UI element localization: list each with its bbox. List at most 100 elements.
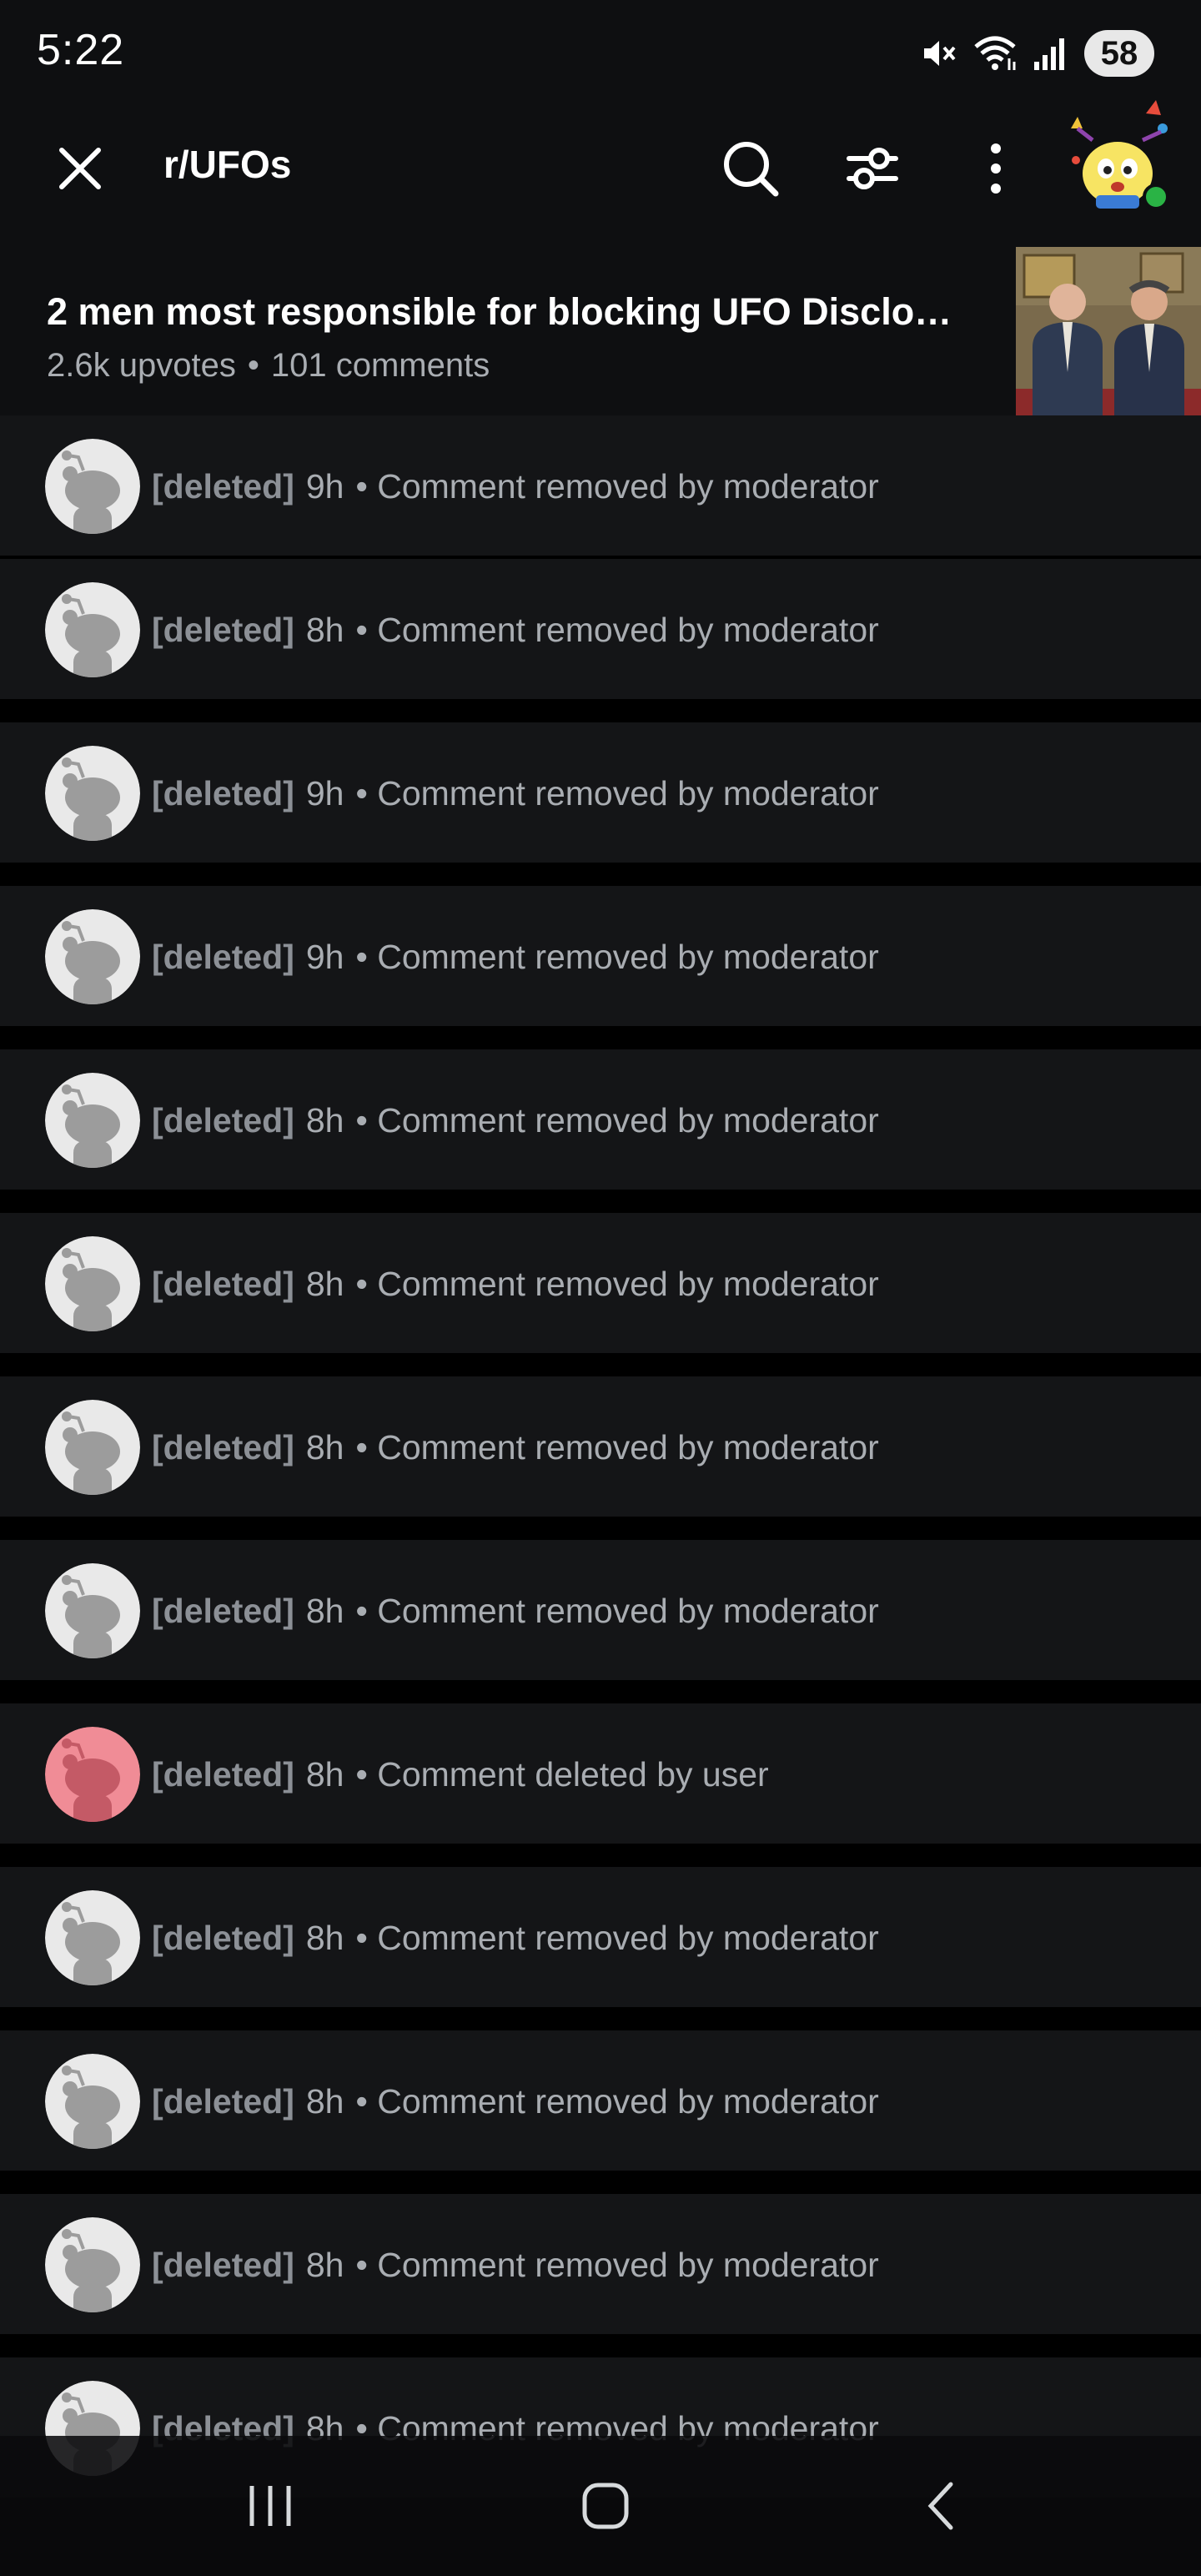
close-icon bbox=[59, 148, 101, 189]
comment-row[interactable]: [deleted] 8h • Comment removed by moderato… bbox=[0, 1867, 1201, 2007]
comment-avatar[interactable] bbox=[45, 582, 140, 677]
comment-time: 8h bbox=[305, 2082, 344, 2121]
comment-time: 8h bbox=[305, 611, 344, 649]
more-options-button[interactable] bbox=[962, 135, 1029, 202]
back-icon bbox=[927, 2482, 953, 2530]
comment-author[interactable]: [deleted] bbox=[152, 1265, 294, 1304]
comment-time: 8h bbox=[305, 1101, 344, 1140]
comment-text: [deleted] 8h • Comment removed by moderato… bbox=[152, 1919, 879, 1958]
comment-text: [deleted] 8h • Comment removed by moderato… bbox=[152, 1265, 879, 1304]
comment-status: • Comment removed by moderator bbox=[355, 774, 879, 813]
comment-author[interactable]: [deleted] bbox=[152, 1101, 294, 1140]
comment-time: 8h bbox=[305, 1755, 344, 1794]
recent-apps-button[interactable] bbox=[230, 2466, 310, 2546]
comment-status: • Comment removed by moderator bbox=[355, 1592, 879, 1630]
comment-row[interactable]: [deleted] 8h • Comment removed by moderato… bbox=[0, 1213, 1201, 1353]
comment-avatar[interactable] bbox=[45, 1563, 140, 1658]
comment-text: [deleted] 8h • Comment removed by moderato… bbox=[152, 2246, 879, 2285]
comment-row[interactable]: [deleted] 8h • Comment removed by moderato… bbox=[0, 2030, 1201, 2171]
more-vertical-icon bbox=[991, 143, 1001, 194]
comment-row[interactable]: [deleted] 8h • Comment deleted by user bbox=[0, 1703, 1201, 1844]
comment-time: 9h bbox=[305, 467, 344, 506]
comment-avatar[interactable] bbox=[45, 1236, 140, 1331]
home-icon bbox=[582, 2483, 629, 2529]
comment-row[interactable]: [deleted] 8h • Comment removed by moderato… bbox=[0, 2194, 1201, 2334]
meta-separator: • bbox=[247, 347, 259, 384]
comment-text: [deleted] 8h • Comment removed by moderato… bbox=[152, 611, 879, 650]
recent-apps-icon bbox=[249, 2486, 291, 2526]
status-icons: 58 bbox=[917, 28, 1154, 78]
comment-time: 8h bbox=[305, 1919, 344, 1957]
battery-indicator: 58 bbox=[1084, 30, 1154, 77]
filter-button[interactable] bbox=[839, 135, 906, 202]
comment-status: • Comment removed by moderator bbox=[355, 938, 879, 976]
comment-time: 9h bbox=[305, 774, 344, 813]
comment-author[interactable]: [deleted] bbox=[152, 938, 294, 977]
comment-time: 8h bbox=[305, 1265, 344, 1303]
comment-row[interactable]: [deleted] 8h • Comment removed by moderato… bbox=[0, 1049, 1201, 1190]
home-button[interactable] bbox=[565, 2466, 646, 2546]
comment-author[interactable]: [deleted] bbox=[152, 2082, 294, 2121]
close-button[interactable] bbox=[50, 138, 110, 199]
comment-time: 9h bbox=[305, 938, 344, 976]
status-bar: 5:22 58 bbox=[0, 0, 1201, 105]
status-time: 5:22 bbox=[37, 26, 125, 74]
comment-author[interactable]: [deleted] bbox=[152, 1592, 294, 1631]
upvote-count: 2.6k upvotes bbox=[47, 347, 236, 384]
comment-status: • Comment removed by moderator bbox=[355, 1428, 879, 1467]
comment-row[interactable]: [deleted] 8h • Comment removed by moderato… bbox=[0, 1540, 1201, 1680]
comment-text: [deleted] 8h • Comment deleted by user bbox=[152, 1755, 769, 1794]
comment-time: 8h bbox=[305, 2246, 344, 2284]
comment-status: • Comment deleted by user bbox=[355, 1755, 769, 1794]
comment-status: • Comment removed by moderator bbox=[355, 1265, 879, 1303]
comment-author[interactable]: [deleted] bbox=[152, 611, 294, 650]
comment-text: [deleted] 8h • Comment removed by moderato… bbox=[152, 2082, 879, 2121]
comment-text: [deleted] 9h • Comment removed by moderato… bbox=[152, 467, 879, 506]
mute-icon bbox=[924, 41, 956, 66]
comment-status: • Comment removed by moderator bbox=[355, 1919, 879, 1957]
comment-author[interactable]: [deleted] bbox=[152, 1428, 294, 1467]
comment-author[interactable]: [deleted] bbox=[152, 2246, 294, 2285]
comment-avatar[interactable] bbox=[45, 1890, 140, 1985]
comment-row[interactable]: [deleted] 8h • Comment removed by moderato… bbox=[0, 559, 1201, 699]
comment-row[interactable]: [deleted] 9h • Comment removed by moderato… bbox=[0, 722, 1201, 863]
comment-row[interactable]: [deleted] 8h • Comment removed by moderato… bbox=[0, 1376, 1201, 1517]
wifi-icon bbox=[974, 36, 1016, 70]
comment-author[interactable]: [deleted] bbox=[152, 467, 294, 506]
system-nav-bar bbox=[0, 2436, 1201, 2576]
comment-status: • Comment removed by moderator bbox=[355, 1101, 879, 1140]
comment-avatar[interactable] bbox=[45, 2054, 140, 2149]
subreddit-title[interactable]: r/UFOs bbox=[163, 142, 291, 187]
comment-avatar[interactable] bbox=[45, 909, 140, 1004]
comment-author[interactable]: [deleted] bbox=[152, 774, 294, 813]
comment-row[interactable]: [deleted] 9h • Comment removed by moderato… bbox=[0, 886, 1201, 1026]
search-icon bbox=[724, 142, 779, 197]
post-summary[interactable]: 2 men most responsible for blocking UFO … bbox=[0, 225, 1201, 432]
post-thumbnail[interactable] bbox=[1016, 247, 1201, 429]
comment-avatar[interactable] bbox=[45, 1073, 140, 1168]
comment-avatar[interactable] bbox=[45, 1400, 140, 1495]
comment-text: [deleted] 8h • Comment removed by moderato… bbox=[152, 1428, 879, 1467]
comment-author[interactable]: [deleted] bbox=[152, 1919, 294, 1958]
user-avatar[interactable] bbox=[1063, 80, 1179, 214]
filter-icon bbox=[847, 148, 898, 189]
online-status-dot bbox=[1143, 184, 1169, 210]
comment-avatar[interactable] bbox=[45, 2217, 140, 2312]
comment-avatar[interactable] bbox=[45, 1727, 140, 1822]
comment-text: [deleted] 9h • Comment removed by moderato… bbox=[152, 774, 879, 813]
comment-author[interactable]: [deleted] bbox=[152, 1755, 294, 1794]
comment-avatar[interactable] bbox=[45, 746, 140, 841]
comment-text: [deleted] 9h • Comment removed by moderato… bbox=[152, 938, 879, 977]
comment-avatar[interactable] bbox=[45, 439, 140, 534]
post-title[interactable]: 2 men most responsible for blocking UFO … bbox=[47, 290, 972, 334]
app-header: r/UFOs bbox=[0, 100, 1201, 225]
search-button[interactable] bbox=[717, 135, 784, 202]
comment-row[interactable]: [deleted] 9h • Comment removed by moderato… bbox=[0, 415, 1201, 556]
comment-status: • Comment removed by moderator bbox=[355, 467, 879, 506]
comment-status: • Comment removed by moderator bbox=[355, 2246, 879, 2284]
signal-icon bbox=[1034, 38, 1064, 70]
comment-time: 8h bbox=[305, 1428, 344, 1467]
back-button[interactable] bbox=[901, 2466, 981, 2546]
comment-time: 8h bbox=[305, 1592, 344, 1630]
comment-status: • Comment removed by moderator bbox=[355, 611, 879, 649]
